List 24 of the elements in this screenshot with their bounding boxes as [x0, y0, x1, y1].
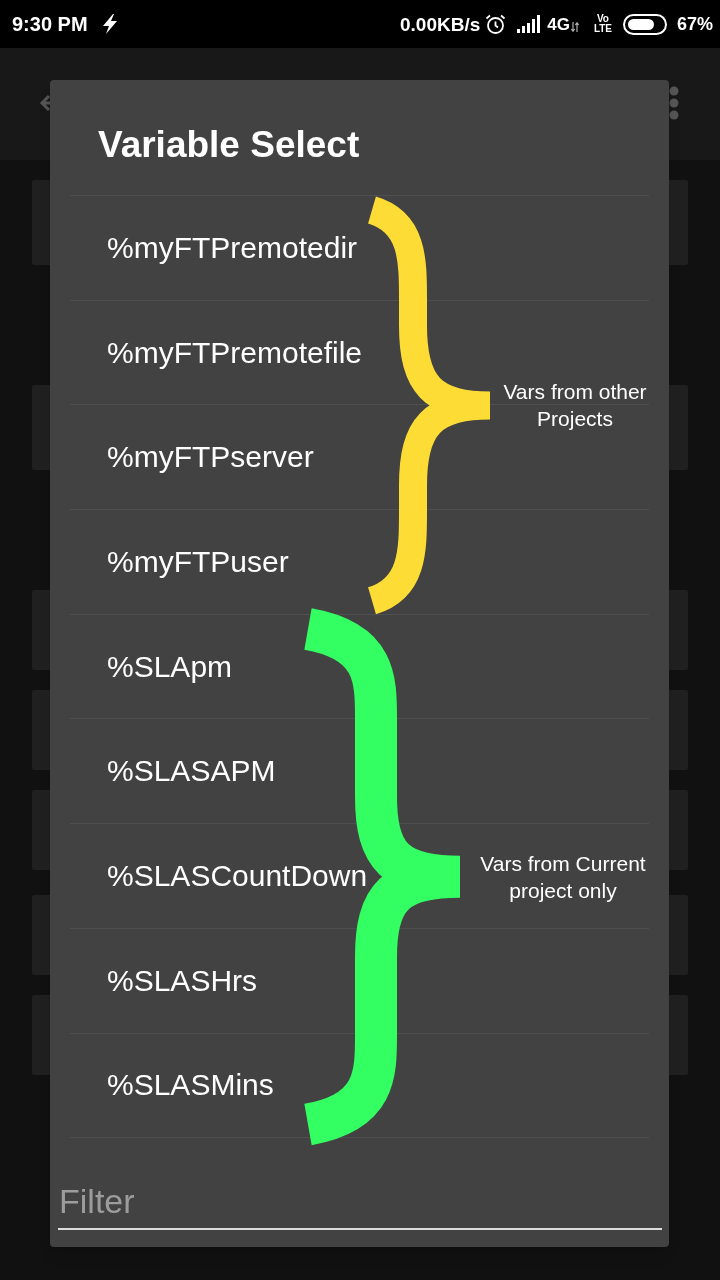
volte-indicator: Vo LTE [592, 14, 614, 34]
variable-item[interactable]: %myFTPremotefile [107, 334, 363, 371]
network-speed: 0.00KB/s [400, 14, 481, 34]
dialog-title: Variable Select [98, 126, 360, 163]
alarm-clock-icon [485, 13, 507, 35]
variable-item[interactable]: %myFTPuser [107, 543, 289, 580]
battery-icon [622, 13, 667, 35]
annotation-note: Vars from Current project only [479, 850, 647, 904]
variable-item[interactable]: %SLASAPM [107, 753, 276, 790]
flash-icon [101, 14, 118, 34]
data-arrows-icon [570, 22, 579, 32]
filter-field[interactable]: Filter [58, 1175, 662, 1231]
variable-item[interactable]: %SLApm [107, 648, 233, 685]
more-options-icon[interactable] [669, 86, 679, 120]
battery-percent: 67% [676, 15, 713, 33]
status-time: 9:30 PM [12, 14, 88, 34]
signal-icon [517, 15, 543, 33]
variable-item[interactable]: %SLASMins [107, 1067, 274, 1104]
annotation-note: Vars from other Projects [502, 379, 648, 433]
variable-item[interactable]: %myFTPserver [107, 439, 314, 476]
variable-item[interactable]: %myFTPremotedir [107, 229, 358, 266]
variable-item[interactable]: %SLASHrs [107, 962, 258, 999]
network-type: 4G [547, 15, 570, 33]
variable-item[interactable]: %SLASCountDown [107, 857, 368, 894]
